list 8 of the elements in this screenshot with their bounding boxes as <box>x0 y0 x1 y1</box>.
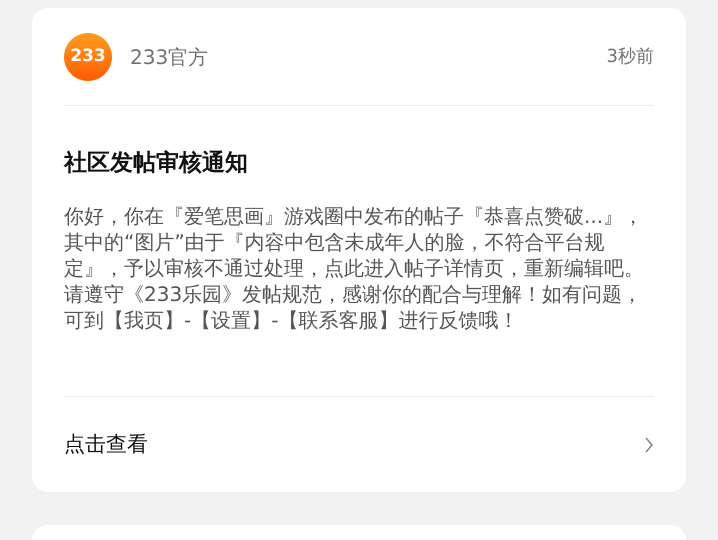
notice-title: 社区发帖审核通知 <box>64 149 249 178</box>
view-link[interactable]: 点击查看 <box>64 397 654 492</box>
chevron-right-icon <box>644 436 654 452</box>
message-paragraph: 请遵守《233乐园》发帖规范，感谢你的配合与理解！如有问题，可到【我页】-【设置】-【联系客服】进行反馈哦！ <box>64 280 644 332</box>
message-paragraph: 你好，你在『爱笔思画』游戏圈中发布的帖子『恭喜点赞破...』，其中的“图片”由于『内容中包含未成年人的脸，不符合平台规定』，予以审核不通过处理，点此进入帖子详情页，重新编辑吧。 <box>64 202 645 280</box>
sender-name: 233官方 <box>130 44 208 70</box>
time-label: 3秒前 <box>606 45 654 69</box>
avatar-logo: 233 <box>64 32 112 80</box>
